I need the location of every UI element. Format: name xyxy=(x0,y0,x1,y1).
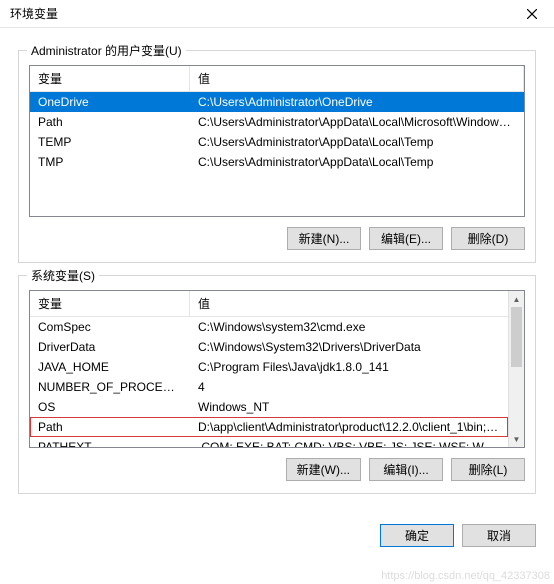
col-header-value[interactable]: 值 xyxy=(190,66,524,91)
scrollbar[interactable]: ▲ ▼ xyxy=(508,291,524,447)
edit-user-var-button[interactable]: 编辑(E)... xyxy=(369,227,443,250)
col-header-value[interactable]: 值 xyxy=(190,291,524,316)
var-name: TMP xyxy=(30,154,190,170)
scroll-thumb[interactable] xyxy=(511,307,522,367)
col-header-name[interactable]: 变量 xyxy=(30,291,190,316)
ok-button[interactable]: 确定 xyxy=(380,524,454,547)
scroll-down-icon[interactable]: ▼ xyxy=(509,431,524,447)
table-row[interactable]: NUMBER_OF_PROCESSORS 4 xyxy=(30,377,508,397)
var-name: ComSpec xyxy=(30,319,190,335)
user-vars-buttons: 新建(N)... 编辑(E)... 删除(D) xyxy=(29,227,525,250)
close-button[interactable] xyxy=(510,0,554,28)
table-row[interactable]: ComSpec C:\Windows\system32\cmd.exe xyxy=(30,317,508,337)
var-name: OneDrive xyxy=(30,94,190,110)
table-row[interactable]: JAVA_HOME C:\Program Files\Java\jdk1.8.0… xyxy=(30,357,508,377)
titlebar: 环境变量 xyxy=(0,0,554,28)
user-variables-group: Administrator 的用户变量(U) 变量 值 OneDrive C:\… xyxy=(18,50,536,263)
table-row[interactable]: OneDrive C:\Users\Administrator\OneDrive xyxy=(30,92,524,112)
watermark: https://blog.csdn.net/qq_42337308 xyxy=(381,570,550,582)
var-value: C:\Users\Administrator\AppData\Local\Mic… xyxy=(190,114,524,130)
user-vars-body: OneDrive C:\Users\Administrator\OneDrive… xyxy=(30,92,524,172)
var-name: Path xyxy=(30,419,190,435)
table-row[interactable]: OS Windows_NT xyxy=(30,397,508,417)
new-user-var-button[interactable]: 新建(N)... xyxy=(287,227,361,250)
var-value: .COM;.EXE;.BAT;.CMD;.VBS;.VBE;.JS;.JSE;.… xyxy=(190,439,508,448)
var-name: Path xyxy=(30,114,190,130)
table-row[interactable]: TMP C:\Users\Administrator\AppData\Local… xyxy=(30,152,524,172)
var-value: C:\Users\Administrator\AppData\Local\Tem… xyxy=(190,134,524,150)
system-variables-group: 系统变量(S) 变量 值 ComSpec C:\Windows\system32… xyxy=(18,275,536,494)
user-vars-listbox[interactable]: 变量 值 OneDrive C:\Users\Administrator\One… xyxy=(29,65,525,217)
user-vars-label: Administrator 的用户变量(U) xyxy=(27,42,186,59)
table-row[interactable]: TEMP C:\Users\Administrator\AppData\Loca… xyxy=(30,132,524,152)
delete-system-var-button[interactable]: 删除(L) xyxy=(451,458,525,481)
table-row[interactable]: PATHEXT .COM;.EXE;.BAT;.CMD;.VBS;.VBE;.J… xyxy=(30,437,508,448)
var-value: C:\Users\Administrator\OneDrive xyxy=(190,94,524,110)
dialog-content: Administrator 的用户变量(U) 变量 值 OneDrive C:\… xyxy=(0,28,554,514)
var-name: OS xyxy=(30,399,190,415)
var-name: PATHEXT xyxy=(30,439,190,448)
system-vars-body: ComSpec C:\Windows\system32\cmd.exe Driv… xyxy=(30,317,524,448)
var-name: NUMBER_OF_PROCESSORS xyxy=(30,379,190,395)
col-header-name[interactable]: 变量 xyxy=(30,66,190,91)
system-vars-label: 系统变量(S) xyxy=(27,267,99,284)
var-name: TEMP xyxy=(30,134,190,150)
window-title: 环境变量 xyxy=(10,5,58,22)
var-name: JAVA_HOME xyxy=(30,359,190,375)
var-value: D:\app\client\Administrator\product\12.2… xyxy=(190,419,508,435)
var-value: C:\Users\Administrator\AppData\Local\Tem… xyxy=(190,154,524,170)
table-row[interactable]: Path C:\Users\Administrator\AppData\Loca… xyxy=(30,112,524,132)
table-row[interactable]: DriverData C:\Windows\System32\Drivers\D… xyxy=(30,337,508,357)
list-header: 变量 值 xyxy=(30,66,524,92)
var-value: 4 xyxy=(190,379,508,395)
close-icon xyxy=(527,9,537,19)
delete-user-var-button[interactable]: 删除(D) xyxy=(451,227,525,250)
cancel-button[interactable]: 取消 xyxy=(462,524,536,547)
system-vars-buttons: 新建(W)... 编辑(I)... 删除(L) xyxy=(29,458,525,481)
var-value: Windows_NT xyxy=(190,399,508,415)
var-value: C:\Program Files\Java\jdk1.8.0_141 xyxy=(190,359,508,375)
system-vars-listbox[interactable]: 变量 值 ComSpec C:\Windows\system32\cmd.exe… xyxy=(29,290,525,448)
table-row[interactable]: Path D:\app\client\Administrator\product… xyxy=(30,417,508,437)
edit-system-var-button[interactable]: 编辑(I)... xyxy=(369,458,443,481)
dialog-footer: 确定 取消 xyxy=(0,514,554,561)
list-header: 变量 值 xyxy=(30,291,524,317)
var-value: C:\Windows\System32\Drivers\DriverData xyxy=(190,339,508,355)
new-system-var-button[interactable]: 新建(W)... xyxy=(286,458,361,481)
scroll-up-icon[interactable]: ▲ xyxy=(509,291,524,307)
var-value: C:\Windows\system32\cmd.exe xyxy=(190,319,508,335)
var-name: DriverData xyxy=(30,339,190,355)
